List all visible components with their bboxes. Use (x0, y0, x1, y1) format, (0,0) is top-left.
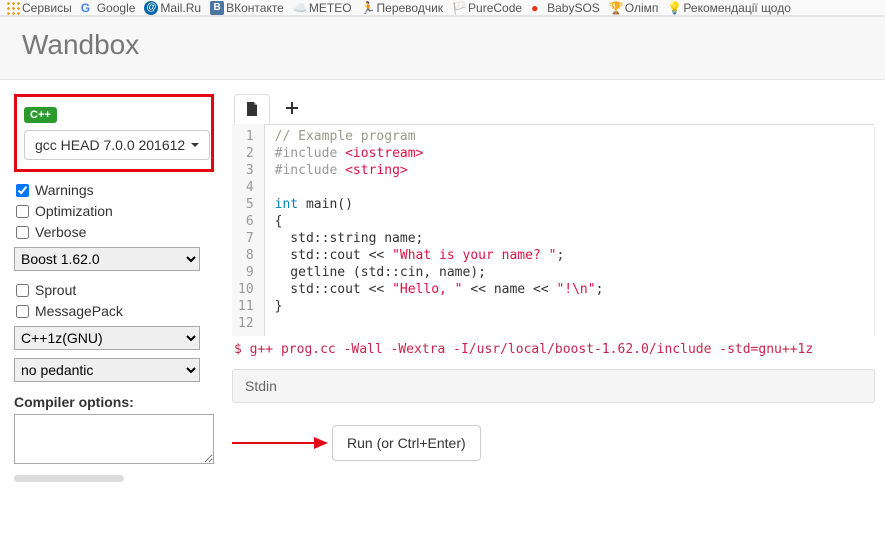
bookmark-services[interactable]: Сервисы (6, 1, 72, 15)
bookmark-transl[interactable]: 🏃Переводчик (361, 1, 444, 15)
sprout-checkbox[interactable] (16, 284, 29, 297)
compiler-command: $ g++ prog.cc -Wall -Wextra -I/usr/local… (232, 336, 875, 363)
option-sprout[interactable]: Sprout (14, 282, 214, 298)
code-content[interactable]: // Example program #include <iostream> #… (265, 124, 874, 336)
verbose-checkbox[interactable] (16, 226, 29, 239)
bookmark-label: Сервисы (22, 1, 72, 15)
tab-file-active[interactable] (234, 94, 270, 124)
sprout-label: Sprout (35, 282, 76, 298)
bookmark-mailru[interactable]: @Mail.Ru (144, 1, 201, 15)
bookmark-babysos[interactable]: ●BabySOS (531, 1, 600, 15)
boost-select[interactable]: Boost 1.62.0 (14, 247, 200, 271)
optimization-label: Optimization (35, 203, 113, 219)
bookmark-meteo[interactable]: ☁️METEO (293, 1, 352, 15)
bookmark-label: Олімп (625, 1, 659, 15)
plus-icon (285, 101, 299, 115)
page-header: Wandbox (0, 16, 885, 80)
option-msgpack[interactable]: MessagePack (14, 303, 214, 319)
bookmark-purecode[interactable]: 🏳️PureCode (452, 1, 522, 15)
expand-handle[interactable] (14, 475, 124, 482)
bookmark-label: Google (97, 1, 136, 15)
optimization-checkbox[interactable] (16, 205, 29, 218)
bookmark-label: PureCode (468, 1, 522, 15)
bookmark-vk[interactable]: BВКонтакте (210, 1, 284, 15)
stdin-panel[interactable]: Stdin (232, 369, 875, 403)
caret-down-icon (191, 143, 199, 147)
compiler-highlight: C++ gcc HEAD 7.0.0 201612 (14, 94, 214, 172)
warnings-label: Warnings (35, 182, 94, 198)
add-tab-button[interactable] (274, 94, 310, 124)
bookmark-label: METEO (309, 1, 352, 15)
code-editor[interactable]: 123456789101112 // Example program #incl… (232, 124, 875, 336)
bookmark-reco[interactable]: 💡Рекомендації щодо (667, 1, 790, 15)
language-pill[interactable]: C++ (24, 107, 57, 123)
editor-column: 123456789101112 // Example program #incl… (232, 94, 885, 461)
msgpack-checkbox[interactable] (16, 305, 29, 318)
bookmark-label: ВКонтакте (226, 1, 284, 15)
annotation-arrow (232, 435, 332, 451)
option-warnings[interactable]: Warnings (14, 182, 214, 198)
compiler-options-label: Compiler options: (14, 394, 214, 410)
std-select[interactable]: C++1z(GNU) (14, 326, 200, 350)
option-optimization[interactable]: Optimization (14, 203, 214, 219)
file-icon (246, 102, 258, 116)
compiler-options-textarea[interactable] (14, 414, 214, 464)
msgpack-label: MessagePack (35, 303, 123, 319)
bookmark-label: Рекомендації щодо (683, 1, 790, 15)
bookmark-label: BabySOS (547, 1, 600, 15)
sidebar: C++ gcc HEAD 7.0.0 201612 Warnings Optim… (0, 94, 232, 482)
run-button[interactable]: Run (or Ctrl+Enter) (332, 425, 481, 461)
bookmark-label: Mail.Ru (160, 1, 201, 15)
bookmark-label: Переводчик (377, 1, 444, 15)
brand-title: Wandbox (22, 29, 863, 61)
line-gutter: 123456789101112 (232, 124, 265, 336)
bookmark-google[interactable]: GGoogle (81, 1, 136, 15)
compiler-dropdown[interactable]: gcc HEAD 7.0.0 201612 (24, 130, 210, 160)
bookmark-olimp[interactable]: 🏆Олімп (609, 1, 659, 15)
option-verbose[interactable]: Verbose (14, 224, 214, 240)
warnings-checkbox[interactable] (16, 184, 29, 197)
pedantic-select[interactable]: no pedantic (14, 358, 200, 382)
editor-tabs (232, 94, 875, 125)
stdin-label: Stdin (245, 378, 277, 394)
verbose-label: Verbose (35, 224, 86, 240)
bookmarks-bar: Сервисы GGoogle @Mail.Ru BВКонтакте ☁️METEO 🏃… (0, 0, 885, 16)
compiler-dropdown-label: gcc HEAD 7.0.0 201612 (35, 137, 185, 153)
